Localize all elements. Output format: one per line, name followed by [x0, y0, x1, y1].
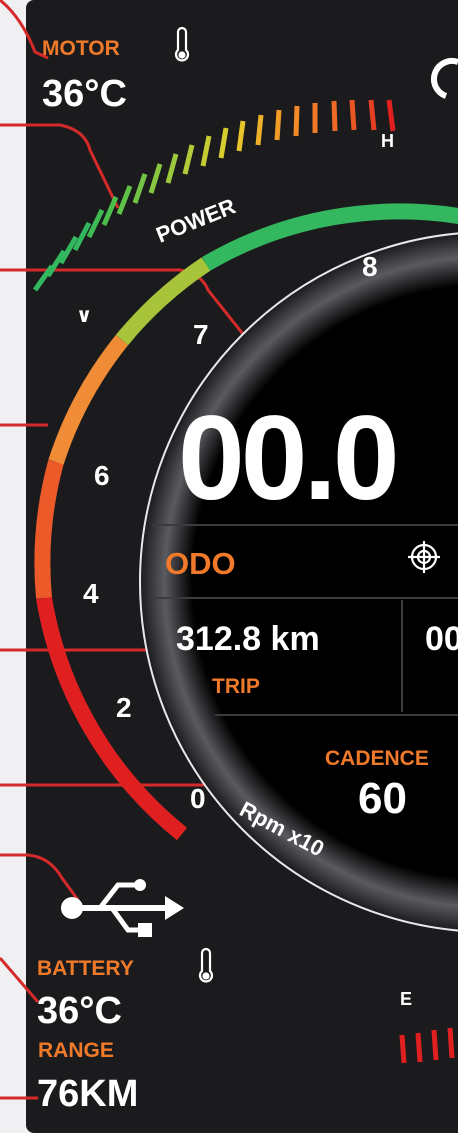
scale-tick-4: 4	[83, 578, 99, 609]
fuel-tick	[415, 1032, 423, 1063]
scale-tick-7: 7	[193, 319, 209, 350]
power-tick	[331, 100, 338, 132]
fuel-empty-label: E	[400, 989, 413, 1009]
motor-temperature: 36°C	[42, 73, 127, 115]
cadence-label: CADENCE	[325, 747, 429, 770]
fuel-tick	[447, 1027, 455, 1059]
power-tick	[349, 99, 357, 131]
trip-label: TRIP	[212, 675, 260, 698]
dashboard-screen: POWER Rpm x10 ∨ MOTOR 36°C H 8 7 6 4 2 0…	[0, 0, 458, 1133]
range-value: 76KM	[37, 1073, 139, 1115]
power-low-label: ∨	[76, 303, 92, 327]
power-tick	[274, 109, 282, 141]
odometer-label: ODO	[165, 546, 236, 581]
scale-tick-2: 2	[116, 692, 132, 723]
trip-secondary-value: 00	[425, 620, 458, 658]
power-high-label: H	[381, 131, 394, 151]
battery-label: BATTERY	[37, 957, 134, 980]
fuel-tick	[399, 1034, 407, 1064]
power-tick	[293, 105, 300, 137]
trip-distance: 312.8 km	[176, 620, 320, 658]
speed-readout: 00.0	[178, 391, 400, 525]
range-label: RANGE	[38, 1039, 114, 1062]
scale-tick-8: 8	[362, 251, 378, 282]
battery-temperature: 36°C	[37, 990, 122, 1032]
fuel-tick	[431, 1029, 439, 1061]
scale-tick-6: 6	[94, 460, 110, 491]
cadence-value: 60	[358, 774, 407, 823]
power-tick	[368, 99, 377, 131]
motor-label: MOTOR	[42, 37, 120, 60]
power-tick	[255, 114, 264, 146]
scale-tick-0: 0	[190, 783, 206, 814]
